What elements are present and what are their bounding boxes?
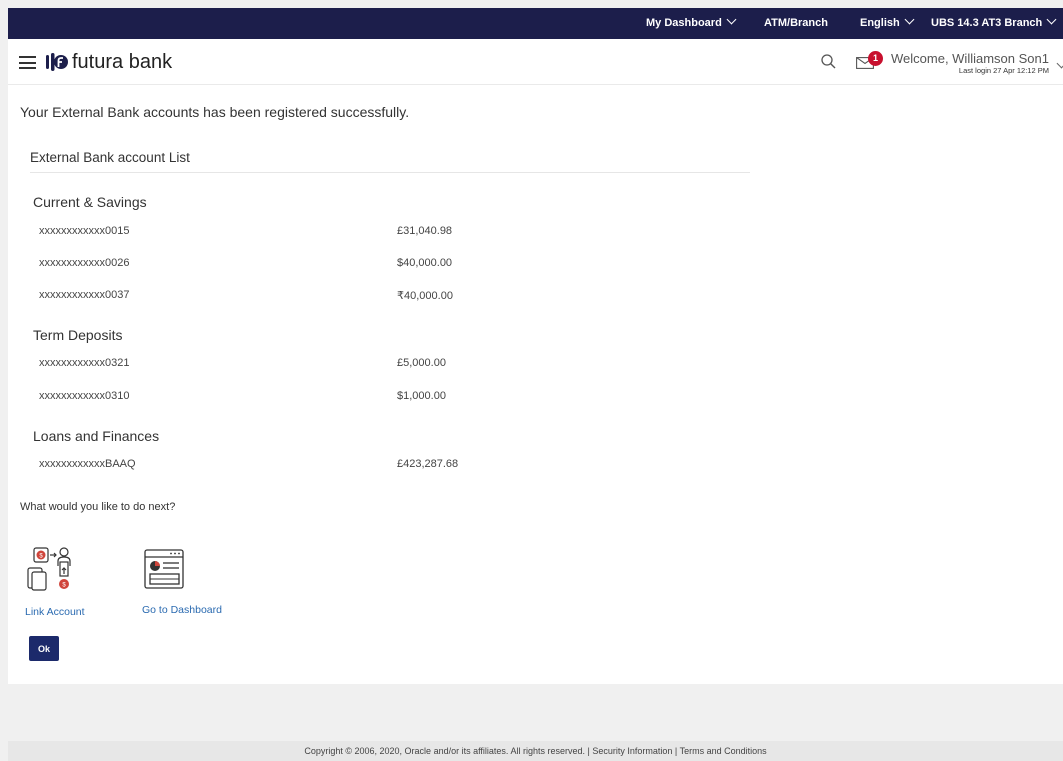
welcome-text: Welcome, Williamson Son1 [891, 51, 1049, 66]
footer-separator: | [674, 746, 678, 756]
group-title-current-savings: Current & Savings [33, 194, 147, 210]
my-dashboard-menu[interactable]: My Dashboard [646, 14, 737, 29]
account-balance: £5,000.00 [397, 357, 446, 369]
user-menu-chevron-icon[interactable] [1052, 57, 1063, 75]
security-information-link[interactable]: Security Information [592, 746, 672, 756]
account-balance: $40,000.00 [397, 257, 453, 269]
account-balance: £423,287.68 [397, 458, 459, 470]
hamburger-menu-icon[interactable] [19, 56, 36, 69]
account-number: xxxxxxxxxxxx0015 [39, 225, 130, 237]
chevron-down-icon [904, 14, 915, 25]
account-balance: ₹40,000.00 [397, 290, 453, 302]
mailbox-button[interactable]: 1 [856, 51, 886, 72]
account-number: xxxxxxxxxxxx0321 [39, 357, 130, 369]
brand-name: futura bank [72, 50, 173, 73]
copyright-text: Copyright © 2006, 2020, Oracle and/or it… [304, 746, 585, 756]
go-to-dashboard-link[interactable]: Go to Dashboard [142, 604, 222, 616]
account-balance: $1,000.00 [397, 390, 446, 402]
my-dashboard-label: My Dashboard [646, 17, 722, 29]
chevron-down-icon [726, 14, 737, 25]
ok-button[interactable]: Ok [29, 636, 59, 661]
account-number: xxxxxxxxxxxx0037 [39, 289, 130, 301]
list-title: External Bank account List [30, 150, 190, 165]
last-login-text: Last login 27 Apr 12:12 PM [958, 66, 1049, 75]
language-menu[interactable]: English [860, 14, 915, 29]
terms-conditions-link[interactable]: Terms and Conditions [680, 746, 767, 756]
search-icon[interactable] [820, 53, 838, 71]
language-label: English [860, 17, 900, 29]
account-number: xxxxxxxxxxxx0310 [39, 390, 130, 402]
dashboard-icon[interactable] [142, 546, 186, 594]
footer-separator: | [587, 746, 590, 756]
user-menu[interactable]: Welcome, Williamson Son1 Last login 27 A… [891, 51, 1049, 75]
account-number: xxxxxxxxxxxxBAAQ [39, 458, 136, 470]
mail-count-badge: 1 [868, 51, 883, 66]
success-message: Your External Bank accounts has been reg… [20, 104, 410, 120]
next-steps-prompt: What would you like to do next? [20, 501, 176, 513]
atm-branch-link[interactable]: ATM/Branch [764, 17, 828, 29]
footer: Copyright © 2006, 2020, Oracle and/or it… [8, 741, 1063, 761]
account-balance: £31,040.98 [397, 225, 453, 237]
link-account-icon[interactable]: $ $ [24, 546, 84, 594]
app-header: futura bank 1 Welcome, Williamson Son1 L… [8, 39, 1063, 85]
link-account-link[interactable]: Link Account [25, 606, 85, 618]
branch-label: UBS 14.3 AT3 Branch [931, 17, 1043, 29]
chevron-down-icon [1046, 14, 1057, 25]
main-content: Your External Bank accounts has been reg… [8, 85, 1063, 684]
futura-logo-icon [46, 53, 68, 71]
group-title-loans-finances: Loans and Finances [33, 428, 160, 444]
top-nav-bar: My Dashboard ATM/Branch English UBS 14.3… [8, 8, 1063, 39]
account-number: xxxxxxxxxxxx0026 [39, 257, 130, 269]
group-title-term-deposits: Term Deposits [33, 327, 123, 343]
divider [30, 172, 750, 173]
bank-logo[interactable]: futura bank [46, 51, 172, 73]
branch-menu[interactable]: UBS 14.3 AT3 Branch [931, 14, 1057, 29]
